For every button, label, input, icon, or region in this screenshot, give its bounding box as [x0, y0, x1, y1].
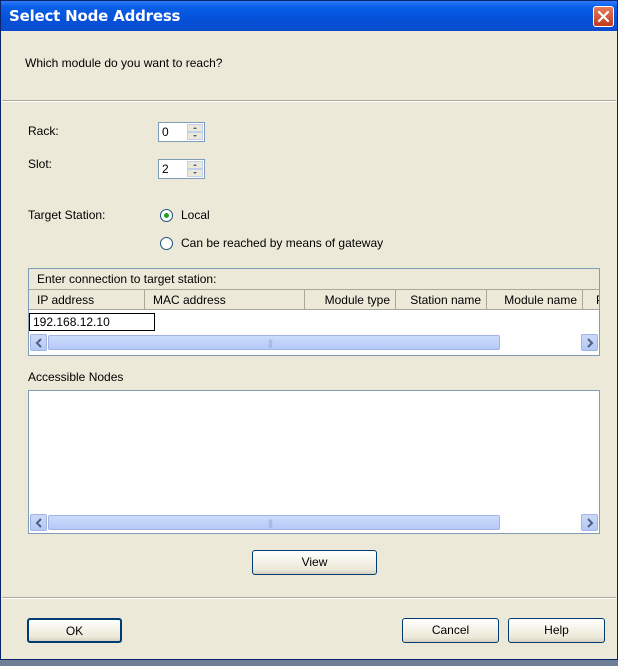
grip-icon: ||| — [268, 518, 273, 528]
ok-button[interactable]: OK — [27, 618, 122, 643]
dialog-header: Which module do you want to reach? — [2, 31, 616, 99]
column-header-module-name[interactable]: Module name — [487, 290, 583, 310]
arrow-right-icon — [587, 338, 594, 348]
column-header-p[interactable]: P — [583, 290, 599, 310]
close-icon — [597, 10, 610, 23]
dialog-window: Select Node Address Which module do you … — [0, 0, 618, 660]
help-button[interactable]: Help — [508, 618, 605, 643]
scroll-right-button[interactable] — [581, 334, 598, 351]
arrow-up-icon — [193, 127, 197, 129]
column-header-label: MAC address — [153, 293, 226, 307]
rack-spinner[interactable]: 0 — [158, 122, 205, 142]
column-header-module-type[interactable]: Module type — [305, 290, 396, 310]
connection-caption-text: Enter connection to target station: — [37, 272, 217, 286]
column-header-mac[interactable]: MAC address — [145, 290, 305, 310]
column-header-ip[interactable]: IP address — [29, 290, 145, 310]
rack-spin-down[interactable] — [187, 132, 203, 140]
slot-label: Slot: — [28, 157, 53, 171]
nodes-list-hscroll[interactable]: ||| — [30, 514, 598, 532]
ip-address-cell[interactable]: 192.168.12.10 — [29, 313, 155, 331]
scroll-thumb[interactable]: ||| — [48, 335, 500, 350]
radio-gateway-label[interactable]: Can be reached by means of gateway — [181, 236, 383, 250]
arrow-left-icon — [35, 518, 42, 528]
accessible-nodes-list[interactable]: ||| — [28, 390, 600, 534]
column-header-label: Module type — [324, 293, 390, 307]
header-question: Which module do you want to reach? — [25, 56, 223, 70]
ip-address-value[interactable]: 192.168.12.10 — [33, 315, 110, 329]
arrow-left-icon — [35, 338, 42, 348]
radio-selected-dot — [164, 213, 169, 218]
slot-spinner[interactable]: 2 — [158, 159, 205, 179]
arrow-up-icon — [193, 164, 197, 166]
rack-spin-up[interactable] — [187, 124, 203, 132]
connection-table[interactable]: Enter connection to target station: IP a… — [28, 268, 600, 356]
close-button[interactable] — [593, 6, 614, 27]
arrow-right-icon — [587, 518, 594, 528]
column-header-label: Station name — [410, 293, 481, 307]
footer-divider — [2, 597, 616, 599]
slot-spin-down[interactable] — [187, 169, 203, 177]
scroll-left-button[interactable] — [30, 334, 47, 351]
column-header-label: P — [596, 293, 599, 307]
view-button[interactable]: View — [252, 550, 377, 575]
radio-gateway[interactable] — [160, 237, 173, 250]
window-title: Select Node Address — [9, 7, 181, 25]
slot-spin-up[interactable] — [187, 161, 203, 169]
arrow-down-icon — [193, 172, 197, 174]
scroll-thumb[interactable]: ||| — [48, 515, 500, 530]
scroll-right-button[interactable] — [581, 514, 598, 531]
rack-label: Rack: — [28, 124, 59, 138]
slot-value[interactable]: 2 — [162, 162, 169, 176]
accessible-nodes-label: Accessible Nodes — [28, 370, 124, 384]
cancel-button[interactable]: Cancel — [402, 618, 499, 643]
title-bar[interactable]: Select Node Address — [1, 1, 617, 31]
column-header-label: IP address — [37, 293, 95, 307]
header-divider — [2, 100, 616, 102]
connection-table-hscroll[interactable]: ||| — [30, 334, 598, 352]
arrow-down-icon — [193, 135, 197, 137]
radio-local-label[interactable]: Local — [181, 208, 210, 222]
column-header-label: Module name — [504, 293, 577, 307]
rack-value[interactable]: 0 — [162, 125, 169, 139]
target-station-label: Target Station: — [28, 208, 106, 222]
scroll-left-button[interactable] — [30, 514, 47, 531]
connection-table-caption: Enter connection to target station: — [29, 269, 599, 290]
radio-local[interactable] — [160, 209, 173, 222]
column-header-station-name[interactable]: Station name — [396, 290, 487, 310]
grip-icon: ||| — [268, 338, 273, 348]
